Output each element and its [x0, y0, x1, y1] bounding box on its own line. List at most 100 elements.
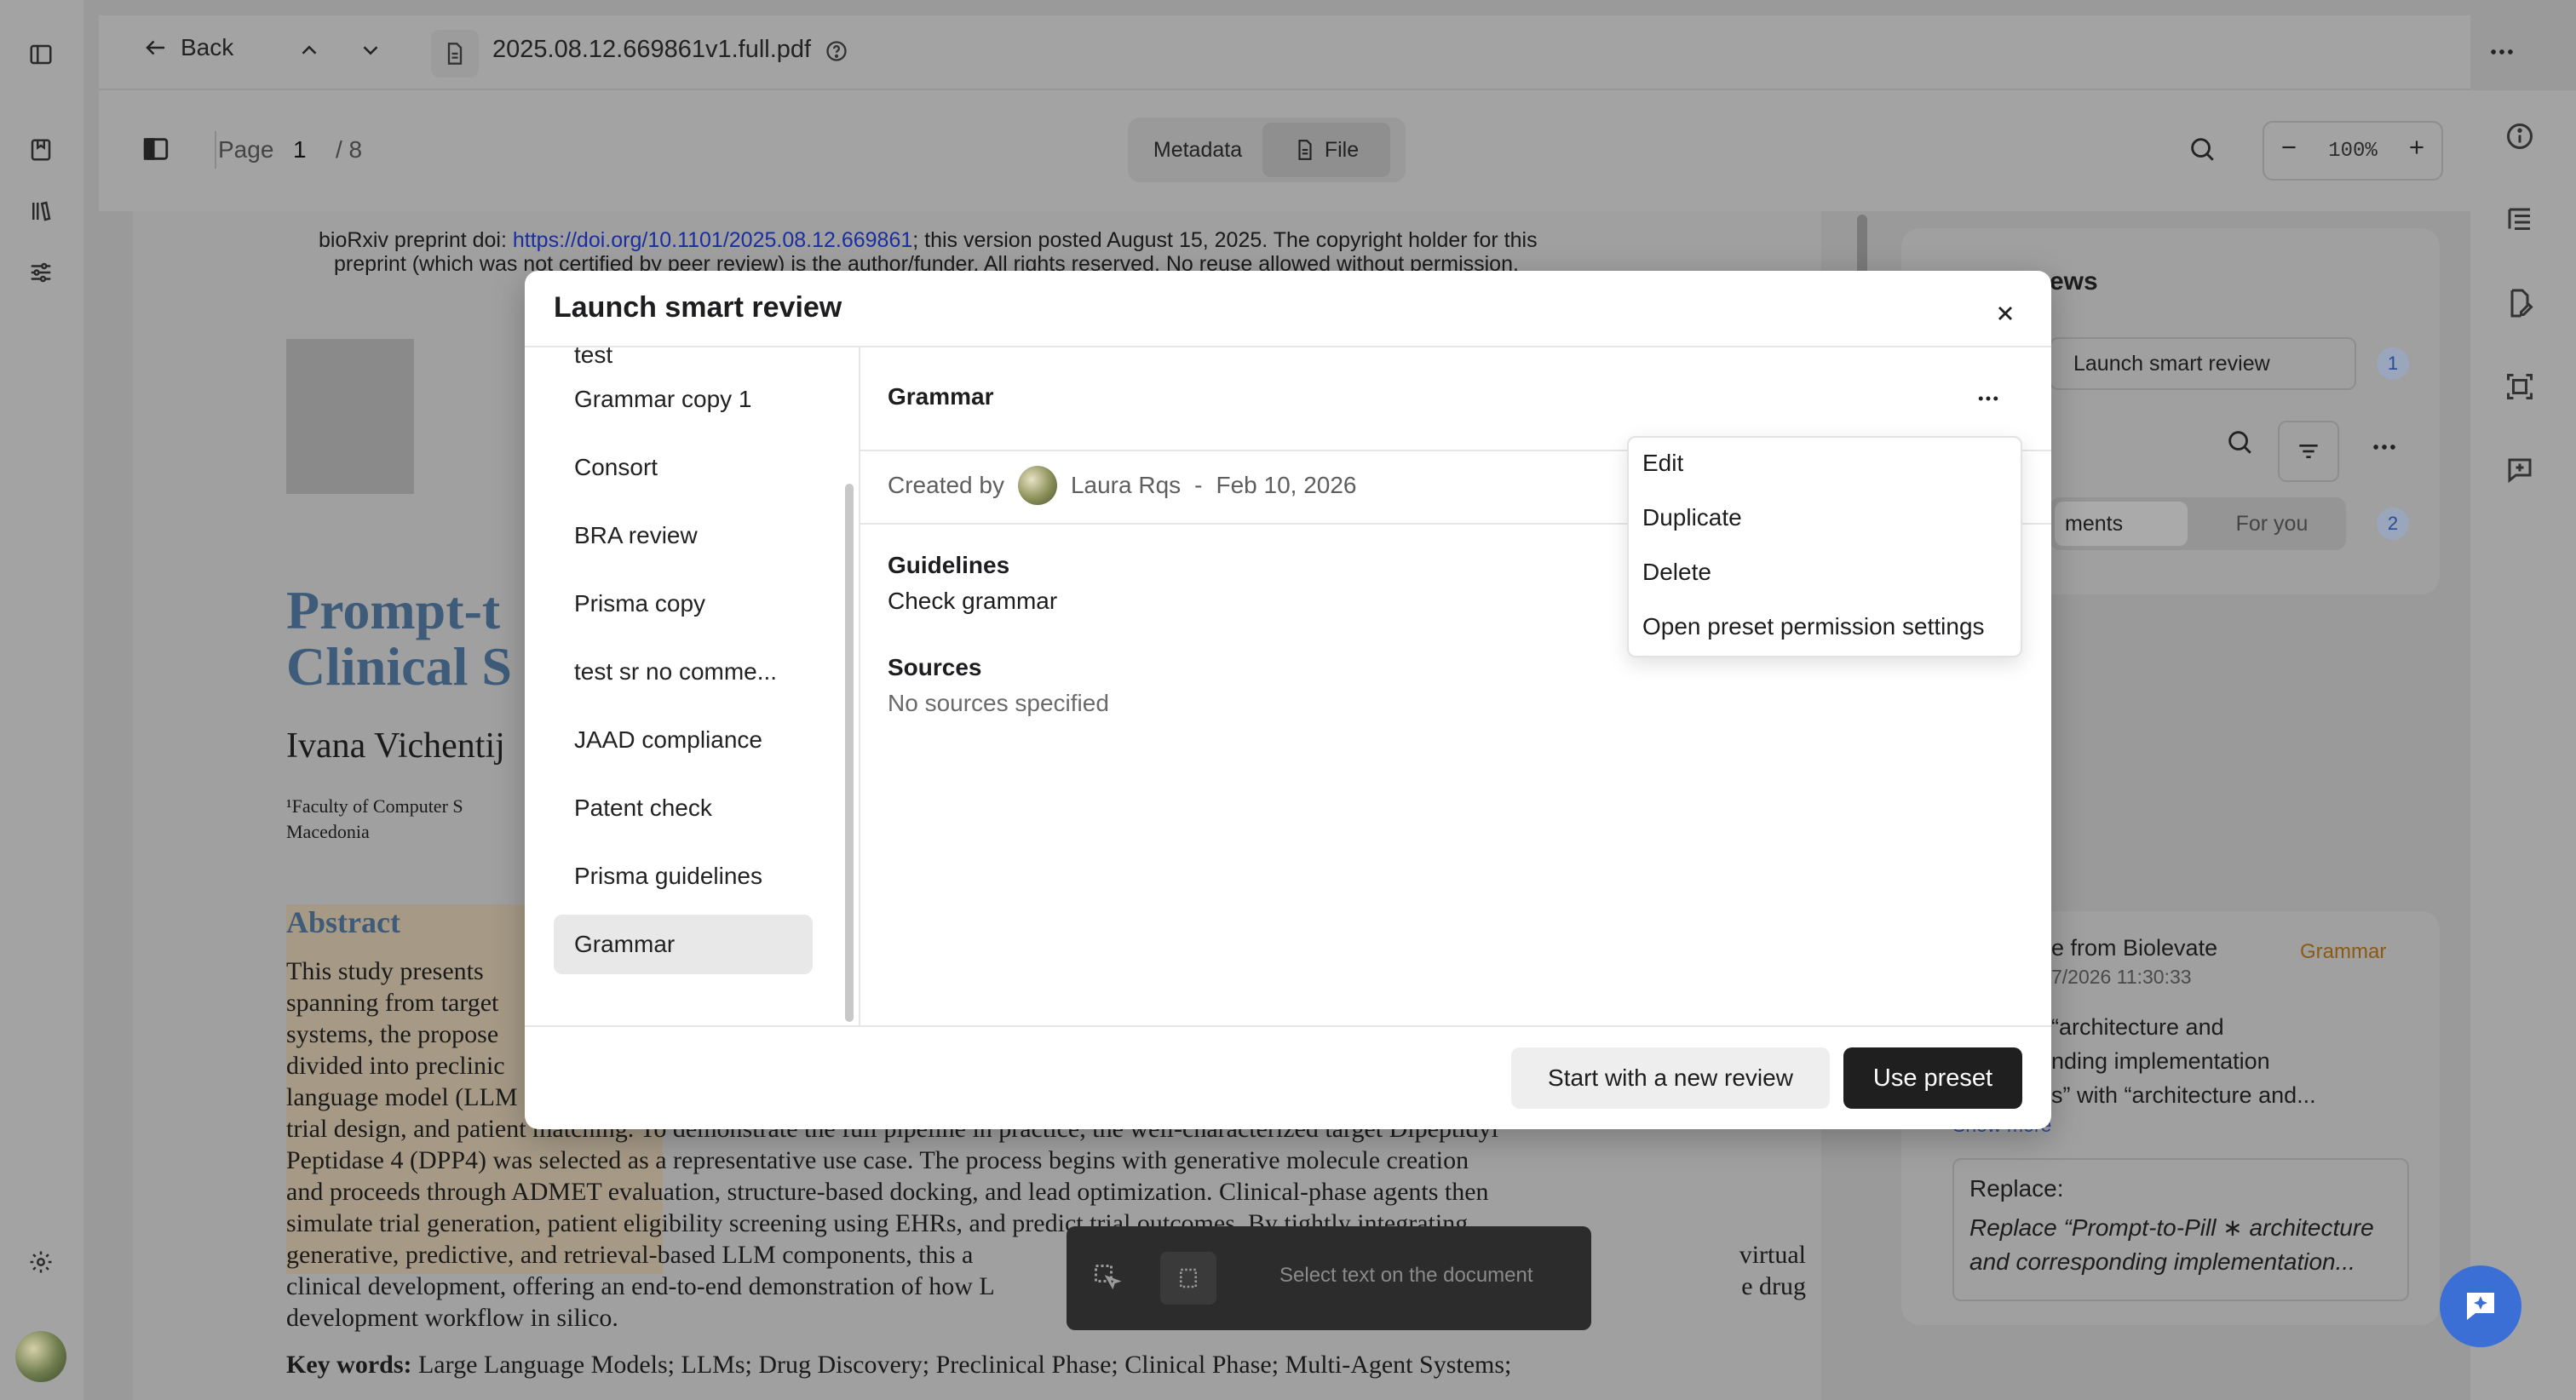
created-by-label: Created by [888, 472, 1004, 498]
abstract-heading: Abstract [286, 905, 400, 939]
abstract-fragment: generative, predictive, and retrieval-ba… [286, 1241, 974, 1269]
preset-item[interactable]: Consort [554, 438, 813, 497]
doi-link[interactable]: https://doi.org/10.1101/2025.08.12.66986… [513, 228, 912, 252]
preset-name: Grammar [888, 383, 994, 410]
back-label: Back [181, 34, 234, 60]
page-number-input[interactable]: 1 [288, 135, 312, 165]
plus-icon [2410, 141, 2424, 154]
replace-line: and corresponding implementation... [1969, 1248, 2355, 1275]
outline-icon[interactable] [2504, 204, 2535, 239]
start-new-review-button[interactable]: Start with a new review [1511, 1047, 1830, 1109]
library-icon[interactable] [24, 194, 58, 228]
previous-document-button[interactable] [296, 37, 322, 63]
tab-comments[interactable]: ments [2055, 502, 2188, 546]
preset-item[interactable]: test sr no comme... [554, 642, 813, 702]
selection-toolbar: Select text on the document [1067, 1226, 1591, 1330]
comment-line: “architecture and [2051, 1014, 2224, 1040]
preset-item[interactable]: Grammar copy 1 [554, 370, 813, 429]
dialog-title: Launch smart review [554, 291, 842, 324]
chevron-down-icon [363, 46, 378, 55]
abstract-line: and proceeds through ADMET evaluation, s… [286, 1178, 1489, 1206]
journal-logo [286, 339, 414, 494]
abstract-fragment: clinical development, offering an end-to… [286, 1272, 995, 1300]
comment-line: s” with “architecture and... [2051, 1082, 2316, 1108]
launch-smart-review-dialog: Launch smart review test Grammar copy 1 … [525, 271, 2051, 1129]
document-edit-icon[interactable] [2504, 288, 2535, 323]
dialog-footer: Start with a new review Use preset [525, 1025, 2051, 1129]
add-comment-icon[interactable] [2504, 455, 2535, 490]
preset-list-scrollbar[interactable] [845, 484, 854, 1022]
selection-hint: Select text on the document [1279, 1264, 1533, 1287]
file-name: 2025.08.12.669861v1.full.pdf [492, 36, 812, 63]
chat-assistant-button[interactable] [2440, 1265, 2521, 1347]
info-icon[interactable] [2504, 121, 2535, 156]
top-bar: Back 2025.08.12.669861v1.full.pdf [99, 15, 2513, 90]
panel-toggle-icon[interactable] [141, 135, 170, 164]
menu-item-permission-settings[interactable]: Open preset permission settings [1642, 613, 1985, 640]
zoom-level: 100% [2328, 139, 2378, 163]
preset-item[interactable]: Prisma guidelines [554, 846, 813, 906]
sources-value: No sources specified [888, 690, 1109, 716]
filter-button[interactable] [2278, 421, 2339, 482]
left-sidebar [0, 0, 83, 1400]
replace-suggestion: Replace: Replace “Prompt-to-Pill ∗ archi… [1952, 1158, 2409, 1301]
menu-item-edit[interactable]: Edit [1642, 450, 1683, 477]
zoom-in-button[interactable] [2406, 136, 2428, 165]
guidelines-value: Check grammar [888, 588, 1058, 614]
back-button[interactable]: Back [143, 34, 233, 61]
comment-timestamp: 7/2026 11:30:33 [2051, 966, 2192, 988]
user-avatar[interactable] [15, 1331, 66, 1382]
comments-tabs: ments For you [2050, 497, 2346, 550]
close-icon [1998, 307, 2012, 320]
created-date: Feb 10, 2026 [1216, 472, 1357, 498]
bookmark-icon[interactable] [24, 133, 58, 167]
author-line: Ivana Vichentij [286, 726, 505, 766]
comment-line: nding implementation [2051, 1048, 2270, 1074]
tab-metadata[interactable]: Metadata [1133, 123, 1262, 177]
text-select-icon[interactable] [1092, 1262, 1123, 1297]
preset-item[interactable]: BRA review [554, 506, 813, 565]
preset-options-button[interactable] [1969, 382, 2007, 416]
tab-file-label: File [1324, 137, 1360, 162]
close-button[interactable] [1988, 296, 2022, 330]
area-select-button[interactable] [1160, 1252, 1216, 1305]
search-icon[interactable] [2188, 135, 2217, 164]
sliders-icon[interactable] [24, 255, 58, 290]
preset-item-selected[interactable]: Grammar [554, 915, 813, 974]
reviews-panel-title: ews [2050, 267, 2098, 295]
preset-item[interactable]: Patent check [554, 778, 813, 838]
guidelines-heading: Guidelines [888, 552, 1010, 578]
page-label: Page [218, 136, 274, 163]
file-icon [431, 30, 479, 77]
page-total: / 8 [336, 136, 363, 163]
replace-label: Replace: [1969, 1175, 2064, 1202]
scan-icon[interactable] [2504, 371, 2535, 406]
keywords-line: Key words: Large Language Models; LLMs; … [286, 1351, 1511, 1380]
document-scrollbar[interactable] [1857, 215, 1867, 274]
filter-icon [2299, 445, 2318, 458]
preset-item[interactable]: Prisma copy [554, 574, 813, 634]
replace-line: Replace “Prompt-to-Pill ∗ architecture [1969, 1214, 2374, 1241]
zoom-out-button[interactable] [2278, 136, 2300, 165]
help-icon[interactable] [825, 39, 848, 63]
zoom-control: 100% [2263, 121, 2443, 181]
menu-item-duplicate[interactable]: Duplicate [1642, 504, 1742, 531]
panel-more-icon[interactable] [2370, 433, 2399, 466]
use-preset-button[interactable]: Use preset [1843, 1047, 2022, 1109]
menu-item-delete[interactable]: Delete [1642, 559, 1711, 586]
category-badge: Grammar [2300, 940, 2387, 963]
tab-for-you[interactable]: For you [2208, 502, 2336, 546]
abstract-fragment: e drug [1741, 1272, 1806, 1300]
next-document-button[interactable] [358, 37, 383, 63]
keywords-text: Large Language Models; LLMs; Drug Discov… [411, 1351, 1512, 1379]
viewer-toolbar: Page 1 / 8 Metadata File 100% [99, 90, 2470, 211]
tab-file[interactable]: File [1262, 123, 1390, 177]
affiliation-line1: ¹Faculty of Computer S [286, 795, 463, 817]
preset-item[interactable]: JAAD compliance [554, 710, 813, 770]
more-options-icon[interactable] [2487, 37, 2516, 66]
launch-smart-review-button[interactable]: Launch smart review [2050, 337, 2356, 390]
launch-count-badge: 1 [2377, 347, 2409, 380]
sidebar-toggle-icon[interactable] [24, 37, 58, 72]
settings-gear-icon[interactable] [24, 1245, 58, 1279]
search-comments-icon[interactable] [2225, 427, 2254, 461]
